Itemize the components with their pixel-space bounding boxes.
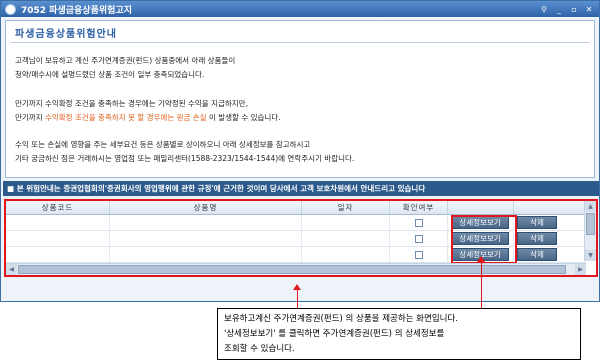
view-detail-button[interactable]: 상세정보보기 xyxy=(451,232,509,245)
cell-delete: 삭제 xyxy=(514,247,586,262)
product-grid: 상품코드 상품명 일자 확인여부 상세정보보기 삭제 상세정보보기 삭제 상세정… xyxy=(4,199,598,277)
callout-text-line: 보유하고계신 주가연계증권(펀드) 의 상품을 제공하는 화면입니다. xyxy=(224,314,458,324)
regulation-banner: ■ 본 위험안내는 증권업협회의'증권회사의 영업행위에 관한 규정'에 근거한… xyxy=(3,181,599,196)
close-icon[interactable]: ✕ xyxy=(583,4,595,15)
explanation-callout: 보유하고계신 주가연계증권(펀드) 의 상품을 제공하는 화면입니다. '상세정… xyxy=(217,308,581,360)
callout-connector-grid xyxy=(297,290,298,308)
delete-button[interactable]: 삭제 xyxy=(517,248,557,261)
risk-notice-window: 7052 파생금융상품위험고지 ⚲ _ ▫ ✕ 파생금융상품위험안내 고객님이 … xyxy=(0,0,600,302)
cell-detail: 상세정보보기 xyxy=(448,231,514,246)
notice-paragraph-1: 고객님이 보유하고 계신 주가연계증권(펀드) 상품중에서 아래 상품들이 청약… xyxy=(15,54,235,81)
column-header-code[interactable]: 상품코드 xyxy=(6,201,110,214)
cell-delete: 삭제 xyxy=(514,215,586,230)
cell-name xyxy=(110,215,302,230)
cell-date xyxy=(302,247,390,262)
grid-body: 상세정보보기 삭제 상세정보보기 삭제 상세정보보기 삭제 xyxy=(6,215,586,263)
cell-confirmed xyxy=(390,247,448,262)
table-row[interactable]: 상세정보보기 삭제 xyxy=(6,247,586,263)
app-icon xyxy=(5,3,16,15)
delete-button[interactable]: 삭제 xyxy=(517,216,557,229)
window-title: 7052 파생금융상품위험고지 xyxy=(21,5,132,16)
delete-button[interactable]: 삭제 xyxy=(517,232,557,245)
cell-delete: 삭제 xyxy=(514,231,586,246)
scroll-left-icon[interactable]: ◀ xyxy=(6,264,17,275)
confirm-checkbox[interactable] xyxy=(414,234,423,243)
cell-name xyxy=(110,247,302,262)
callout-text-line: '상세정보보기' 를 클릭하면 주가연계증권(펀드) 의 상세정보를 xyxy=(224,329,445,339)
confirm-checkbox[interactable] xyxy=(414,218,423,227)
view-detail-button[interactable]: 상세정보보기 xyxy=(451,216,509,229)
restore-icon[interactable]: ▫ xyxy=(568,4,580,15)
pin-icon[interactable]: ⚲ xyxy=(538,4,550,15)
table-row[interactable]: 상세정보보기 삭제 xyxy=(6,215,586,231)
notice-heading: 파생금융상품위험안내 xyxy=(15,29,117,40)
cell-code xyxy=(6,215,110,230)
notice-panel: 파생금융상품위험안내 고객님이 보유하고 계신 주가연계증권(펀드) 상품중에서… xyxy=(5,20,595,178)
cell-confirmed xyxy=(390,231,448,246)
notice-text-line: 수익 또는 손실에 영향을 주는 세부요건 등은 상품별로 상이하오니 아래 상… xyxy=(15,140,311,149)
arrow-up-icon xyxy=(477,256,485,262)
arrow-up-icon xyxy=(293,284,301,290)
minimize-icon[interactable]: _ xyxy=(553,4,565,15)
notice-paragraph-3: 수익 또는 손실에 영향을 주는 세부요건 등은 상품별로 상이하오니 아래 상… xyxy=(15,138,354,165)
notice-text-line: 기타 궁금하신 점은 거래하시는 영업점 또는 패밀리센터(1588-2323/… xyxy=(15,153,355,163)
notice-paragraph-2: 만기까지 수익확정 조건을 충족하는 경우에는 기약정된 수익을 지급하지만, … xyxy=(15,97,281,124)
heading-divider xyxy=(11,42,589,43)
horizontal-scroll-thumb[interactable] xyxy=(18,265,566,274)
cell-date xyxy=(302,231,390,246)
scroll-down-icon[interactable]: ▼ xyxy=(585,250,596,261)
notice-text-line: 고객님이 보유하고 계신 주가연계증권(펀드) 상품중에서 아래 상품들이 xyxy=(15,56,236,65)
vertical-scroll-thumb[interactable] xyxy=(586,213,595,235)
cell-detail: 상세정보보기 xyxy=(448,215,514,230)
notice-text-line: 만기까지 수익확정 조건을 충족하는 경우에는 기약정된 수익을 지급하지만, xyxy=(15,99,248,108)
column-header-date[interactable]: 일자 xyxy=(302,201,390,214)
callout-connector-button xyxy=(481,262,482,308)
notice-text-line: 만기까지 수익확정 조건을 충족하지 못 할 경우에는 원금 손실 이 발생할 … xyxy=(15,112,281,122)
callout-text-line: 조회할 수 있습니다. xyxy=(224,344,295,354)
table-row[interactable]: 상세정보보기 삭제 xyxy=(6,231,586,247)
column-header-confirmed[interactable]: 확인여부 xyxy=(390,201,448,214)
cell-confirmed xyxy=(390,215,448,230)
title-bar[interactable]: 7052 파생금융상품위험고지 ⚲ _ ▫ ✕ xyxy=(1,1,599,17)
column-header-name[interactable]: 상품명 xyxy=(110,201,302,214)
cell-name xyxy=(110,231,302,246)
cell-date xyxy=(302,215,390,230)
vertical-scrollbar[interactable]: ▲ ▼ xyxy=(584,201,596,261)
confirm-checkbox[interactable] xyxy=(414,250,423,259)
column-header-detail xyxy=(448,201,514,214)
cell-code xyxy=(6,231,110,246)
horizontal-scrollbar[interactable]: ◀ ▶ xyxy=(6,263,586,275)
loss-warning-text: 수익확정 조건을 충족하지 못 할 경우에는 원금 손실 xyxy=(44,112,207,122)
column-header-delete xyxy=(514,201,586,214)
notice-text-line: 청약/매수시에 설명드렸던 상품 조건이 일부 충족되었습니다. xyxy=(15,69,205,79)
scroll-right-icon[interactable]: ▶ xyxy=(575,264,586,275)
cell-code xyxy=(6,247,110,262)
scroll-up-icon[interactable]: ▲ xyxy=(585,201,596,212)
grid-header: 상품코드 상품명 일자 확인여부 xyxy=(6,201,586,215)
